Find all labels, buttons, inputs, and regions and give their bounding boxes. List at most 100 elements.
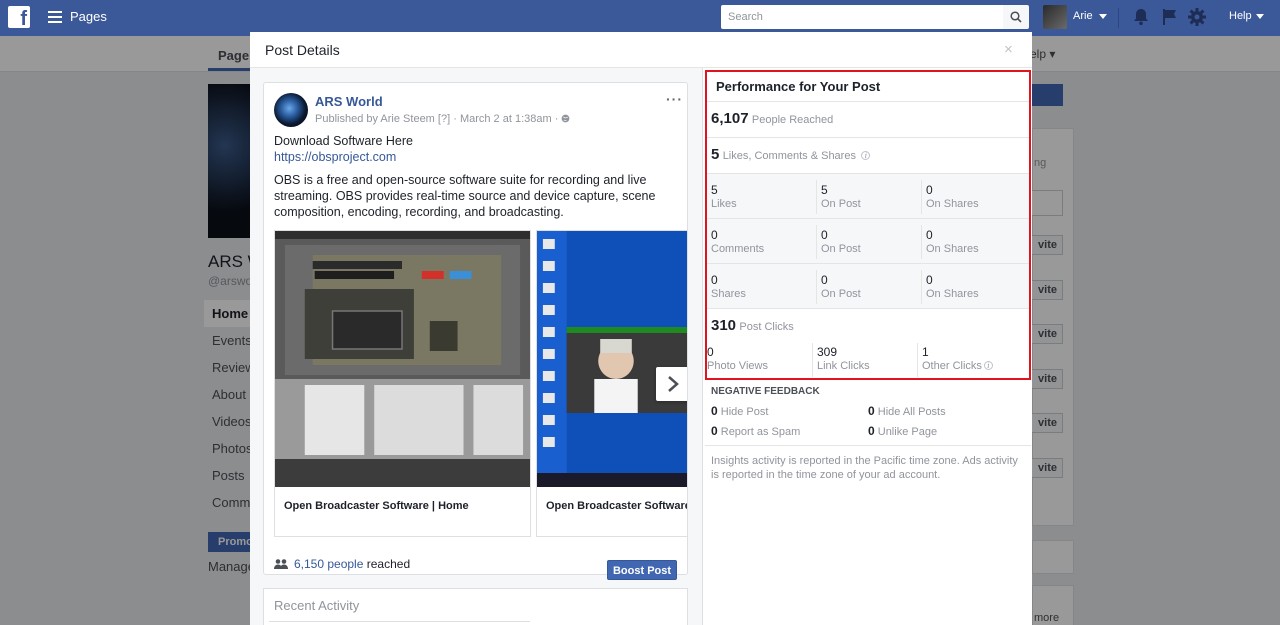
comments-row: 0 Comments 0 On Post 0 On Shares	[707, 218, 1029, 263]
pages-section-label[interactable]: Pages	[70, 9, 107, 24]
likes-row: 5 Likes 5 On Post 0 On Shares	[707, 173, 1029, 218]
info-icon[interactable]: i	[983, 361, 993, 370]
dialog-header: Post Details ×	[250, 32, 1032, 68]
post-clicks-section: 310 Post Clicks 0 Photo Views 309 Link Cli…	[707, 308, 1029, 378]
recent-activity-title: Recent Activity	[274, 598, 360, 613]
report-spam-value: 0	[711, 424, 718, 438]
post-text-line: Download Software Here	[274, 134, 413, 148]
likes-on-shares-value: 0	[926, 183, 933, 197]
report-spam-label: Report as Spam	[720, 426, 801, 438]
dialog-title: Post Details	[265, 42, 340, 58]
info-icon[interactable]: i	[861, 151, 871, 160]
unlike-page-stat: 0 Unlike Page	[868, 424, 937, 438]
shares-on-post-value: 0	[821, 273, 828, 287]
shares-cell: 0 Shares	[711, 273, 815, 304]
page-avatar[interactable]	[274, 93, 308, 127]
hide-post-label: Hide Post	[720, 406, 769, 418]
shares-on-shares-value: 0	[926, 273, 933, 287]
help-menu[interactable]: Help	[1229, 10, 1252, 22]
comments-on-post-label: On Post	[821, 243, 861, 255]
facebook-logo-icon[interactable]: f	[8, 6, 30, 28]
people-reached-value: 6,107	[711, 110, 749, 127]
divider	[1118, 8, 1119, 28]
comments-on-post-value: 0	[821, 228, 828, 242]
engagement-row: 5 Likes, Comments & Shares i	[707, 137, 1029, 173]
reach-text: 6,150 people reached	[294, 557, 410, 571]
comments-on-shares-value: 0	[926, 228, 933, 242]
link-attachment-card[interactable]: Open Broadcaster Software | Home	[274, 230, 531, 537]
link-clicks-value: 309	[817, 345, 838, 359]
settings-gear-icon[interactable]	[1187, 7, 1207, 27]
other-clicks-label-row: Other Clicks i	[922, 360, 1026, 372]
globe-icon	[562, 114, 570, 123]
people-reached-link[interactable]: 6,150 people	[294, 557, 363, 571]
carousel-next-button[interactable]	[656, 367, 687, 401]
comments-on-shares-cell: 0 On Shares	[926, 228, 1030, 259]
people-reached-label: People Reached	[751, 114, 834, 126]
post-body: OBS is a free and open-source software s…	[274, 173, 656, 219]
performance-panel: Performance for Your Post 6,107 People R…	[702, 68, 1032, 625]
chevron-right-icon	[668, 376, 679, 392]
comments-value: 0	[711, 228, 718, 242]
post-clicks-value: 310	[711, 317, 737, 334]
shares-on-shares-label: On Shares	[926, 288, 979, 300]
chevron-down-icon[interactable]	[1099, 14, 1107, 19]
post-meta: Published by Arie Steem [?] · March 2 at…	[315, 113, 570, 125]
performance-title: Performance for Your Post	[716, 79, 881, 94]
likes-value: 5	[711, 183, 718, 197]
user-avatar[interactable]	[1043, 5, 1067, 29]
post-clicks-label: Post Clicks	[739, 321, 794, 333]
divider	[269, 621, 530, 622]
photo-views-label: Photo Views	[707, 360, 768, 372]
post-options-menu[interactable]: ···	[666, 91, 683, 107]
menu-icon[interactable]	[48, 11, 62, 23]
chevron-down-icon[interactable]	[1256, 14, 1264, 19]
divider	[921, 180, 922, 214]
hide-post-stat: 0 Hide Post	[711, 404, 768, 418]
shares-on-post-label: On Post	[821, 288, 861, 300]
likes-label: Likes	[711, 198, 737, 210]
likes-on-shares-label: On Shares	[926, 198, 979, 210]
divider	[816, 225, 817, 259]
likes-on-post-value: 5	[821, 183, 828, 197]
flag-icon[interactable]	[1162, 8, 1178, 26]
search-input[interactable]: Search	[721, 5, 1003, 29]
likes-cell: 5 Likes	[711, 183, 815, 214]
search-button[interactable]	[1003, 5, 1029, 29]
help-mark[interactable]: [?]	[438, 113, 450, 125]
attachment-title[interactable]: Open Broadcaster Software | Home	[546, 500, 687, 512]
divider	[816, 180, 817, 214]
likes-on-shares-cell: 0 On Shares	[926, 183, 1030, 214]
hide-all-posts-stat: 0 Hide All Posts	[868, 404, 946, 418]
post-link[interactable]: https://obsproject.com	[274, 150, 396, 164]
insights-footnote: Insights activity is reported in the Pac…	[711, 455, 1018, 481]
comments-label: Comments	[711, 243, 765, 255]
other-clicks-cell: 1 Other Clicks i	[922, 345, 1026, 376]
post-author-link[interactable]: ARS World	[315, 94, 383, 109]
shares-on-post-cell: 0 On Post	[821, 273, 925, 304]
shares-on-shares-cell: 0 On Shares	[926, 273, 1030, 304]
attachment-screenshot-image	[275, 231, 530, 487]
close-icon[interactable]: ×	[1004, 41, 1013, 58]
other-clicks-label: Other Clicks	[922, 360, 982, 372]
post-details-dialog: Post Details × ARS World Published by Ar…	[250, 32, 1032, 625]
boost-post-button[interactable]: Boost Post	[607, 560, 677, 580]
people-reached-row: 6,107 People Reached	[707, 101, 1029, 137]
likes-on-post-cell: 5 On Post	[821, 183, 925, 214]
attachment-screenshot-image	[537, 231, 687, 487]
attachment-title[interactable]: Open Broadcaster Software | Home	[284, 500, 469, 512]
reach-progress-bar	[274, 574, 594, 575]
post-date[interactable]: · March 2 at 1:38am ·	[453, 113, 558, 125]
published-by-text: Published by Arie Steem	[315, 113, 435, 125]
search-icon	[1010, 11, 1022, 23]
photo-views-cell: 0 Photo Views	[707, 345, 811, 376]
divider	[917, 343, 918, 377]
recent-activity-card: Recent Activity	[263, 588, 688, 625]
notifications-bell-icon[interactable]	[1133, 8, 1149, 26]
engagement-label: Likes, Comments & Shares	[722, 150, 856, 162]
people-icon	[274, 559, 288, 569]
hide-all-posts-label: Hide All Posts	[877, 406, 946, 418]
user-name-link[interactable]: Arie	[1073, 10, 1093, 22]
reach-progress-fill	[274, 574, 594, 575]
top-navigation-bar: f Pages Search Arie Help	[0, 0, 1280, 36]
